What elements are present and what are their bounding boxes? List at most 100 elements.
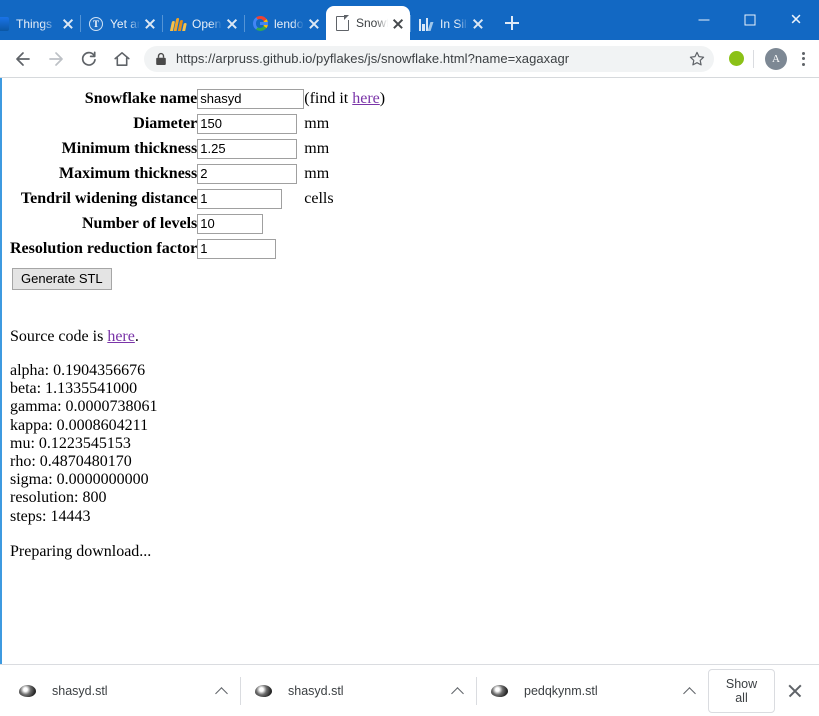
snowflake-form: Snowflake name(find it here)DiametermmMi… bbox=[10, 86, 385, 261]
generate-stl-button[interactable]: Generate STL bbox=[12, 268, 112, 290]
tab-title: Yet another bbox=[110, 16, 140, 31]
parameter-key: mu: bbox=[10, 434, 39, 452]
reload-icon bbox=[81, 50, 96, 66]
show-all-downloads-button[interactable]: Show all bbox=[708, 668, 775, 713]
parameter-key: steps: bbox=[10, 507, 51, 525]
parameter-line: resolution: 800 bbox=[10, 489, 819, 507]
parameter-value: 0.0000000000 bbox=[56, 471, 149, 489]
home-icon bbox=[114, 51, 130, 66]
input-tendril-widening-distance[interactable] bbox=[197, 188, 283, 209]
browser-tab[interactable]: Things bbox=[0, 7, 80, 40]
tab-close-icon[interactable] bbox=[60, 16, 76, 32]
source-code-prefix: Source code is bbox=[10, 328, 108, 345]
browser-tab[interactable]: lendor bbox=[244, 7, 326, 40]
tab-separator bbox=[410, 15, 411, 32]
tab-title: OpenSCAD bbox=[192, 16, 222, 31]
forward-arrow-icon bbox=[49, 51, 63, 66]
input-resolution-reduction-factor[interactable] bbox=[197, 238, 277, 259]
close-downloads-bar-button[interactable] bbox=[781, 677, 809, 705]
back-arrow-icon bbox=[16, 51, 30, 66]
stl-file-icon bbox=[254, 681, 274, 701]
tab-title: In Silico bbox=[440, 16, 468, 31]
tab-close-icon[interactable] bbox=[470, 16, 486, 32]
form-row: Minimum thickness mm bbox=[10, 136, 385, 161]
form-row: Number of levels bbox=[10, 211, 385, 236]
window-controls: ✕ bbox=[681, 0, 819, 40]
tab-separator bbox=[80, 15, 81, 32]
downloads-bar: shasyd.stl shasyd.stl pedqkynm.stl Show al… bbox=[0, 664, 819, 716]
form-row: Tendril widening distance cells bbox=[10, 186, 385, 211]
download-item[interactable]: shasyd.stl bbox=[240, 671, 476, 711]
parameter-key: resolution: bbox=[10, 489, 83, 507]
parameter-value: 0.1223545153 bbox=[38, 434, 131, 452]
home-button[interactable] bbox=[107, 44, 137, 74]
download-item[interactable]: shasyd.stl bbox=[4, 671, 240, 711]
openscad-icon bbox=[169, 16, 187, 32]
browser-tab[interactable]: Snowflake bbox=[326, 6, 410, 40]
browser-tab[interactable]: In Silico bbox=[410, 7, 490, 40]
form-label: Diameter bbox=[133, 114, 198, 132]
input-number-of-levels[interactable] bbox=[197, 213, 264, 234]
snowflake-generator-page: Snowflake name(find it here)DiametermmMi… bbox=[2, 78, 819, 561]
reload-button[interactable] bbox=[74, 44, 104, 74]
form-field-cell bbox=[197, 236, 304, 261]
form-row: Resolution reduction factor bbox=[10, 236, 385, 261]
form-row: Snowflake name (find it here) bbox=[10, 86, 385, 111]
input-minimum-thickness[interactable] bbox=[197, 138, 298, 159]
parameter-value: 800 bbox=[82, 489, 107, 507]
new-tab-button[interactable] bbox=[498, 9, 526, 37]
forward-button[interactable] bbox=[41, 44, 71, 74]
back-button[interactable] bbox=[8, 44, 38, 74]
parameter-key: alpha: bbox=[10, 362, 54, 379]
maximize-button[interactable] bbox=[727, 4, 773, 36]
tab-close-icon[interactable] bbox=[142, 16, 158, 32]
blue-square-icon bbox=[0, 16, 10, 32]
download-menu-caret-icon[interactable] bbox=[208, 677, 236, 705]
parameter-list: alpha: 0.1904356676 beta: 1.1335541000 gam… bbox=[10, 362, 819, 526]
browser-tab[interactable]: OpenSCAD bbox=[162, 7, 244, 40]
tab-close-icon[interactable] bbox=[306, 16, 322, 32]
close-icon: ✕ bbox=[789, 11, 803, 29]
find-it-link[interactable]: here bbox=[352, 90, 380, 107]
page-icon bbox=[334, 15, 350, 31]
stl-file-icon bbox=[490, 681, 510, 701]
download-menu-caret-icon[interactable] bbox=[444, 677, 472, 705]
page-viewport: Snowflake name(find it here)DiametermmMi… bbox=[0, 78, 819, 664]
parameter-value: 0.0008604211 bbox=[56, 416, 149, 434]
stl-file-icon bbox=[18, 681, 38, 701]
chrome-menu-button[interactable] bbox=[793, 51, 813, 66]
bookmark-star-icon[interactable] bbox=[688, 51, 706, 67]
url-text: https://arpruss.github.io/pyflakes/js/sn… bbox=[176, 51, 570, 66]
parameter-line: alpha: 0.1904356676 bbox=[10, 362, 819, 380]
address-bar[interactable]: https://arpruss.github.io/pyflakes/js/sn… bbox=[144, 45, 714, 72]
download-filename: shasyd.stl bbox=[288, 683, 344, 698]
parameter-line: mu: 0.1223545153 bbox=[10, 435, 819, 453]
form-label: Minimum thickness bbox=[61, 139, 198, 157]
profile-avatar[interactable]: A bbox=[765, 47, 787, 70]
tab-close-icon[interactable] bbox=[224, 16, 240, 32]
form-field-cell bbox=[197, 161, 304, 186]
download-item[interactable]: pedqkynm.stl bbox=[476, 671, 708, 711]
toolbar-divider bbox=[753, 49, 754, 68]
input-diameter[interactable] bbox=[197, 113, 298, 134]
browser-window: Things T Yet another OpenSCAD lendor Snowflak… bbox=[0, 0, 819, 716]
form-row: Maximum thickness mm bbox=[10, 161, 385, 186]
close-window-button[interactable]: ✕ bbox=[773, 4, 819, 36]
tab-title: Things bbox=[16, 16, 53, 31]
tab-close-icon[interactable] bbox=[390, 15, 406, 31]
parameter-line: gamma: 0.0000738061 bbox=[10, 398, 819, 416]
minimize-button[interactable] bbox=[681, 4, 727, 36]
parameter-value: 1.1335541000 bbox=[45, 380, 138, 398]
extension-icon[interactable] bbox=[729, 51, 744, 66]
parameter-key: sigma: bbox=[10, 471, 57, 489]
parameter-key: kappa: bbox=[10, 416, 57, 434]
download-menu-caret-icon[interactable] bbox=[676, 677, 704, 705]
source-code-line: Source code is here. bbox=[10, 328, 819, 346]
input-maximum-thickness[interactable] bbox=[197, 163, 298, 184]
insilico-icon bbox=[418, 16, 434, 32]
tab-strip: Things T Yet another OpenSCAD lendor Snowflak… bbox=[0, 0, 819, 40]
source-code-link[interactable]: here bbox=[107, 328, 135, 345]
browser-tab[interactable]: T Yet another bbox=[80, 7, 162, 40]
input-snowflake-name[interactable] bbox=[197, 88, 305, 109]
form-field-cell bbox=[197, 211, 304, 236]
